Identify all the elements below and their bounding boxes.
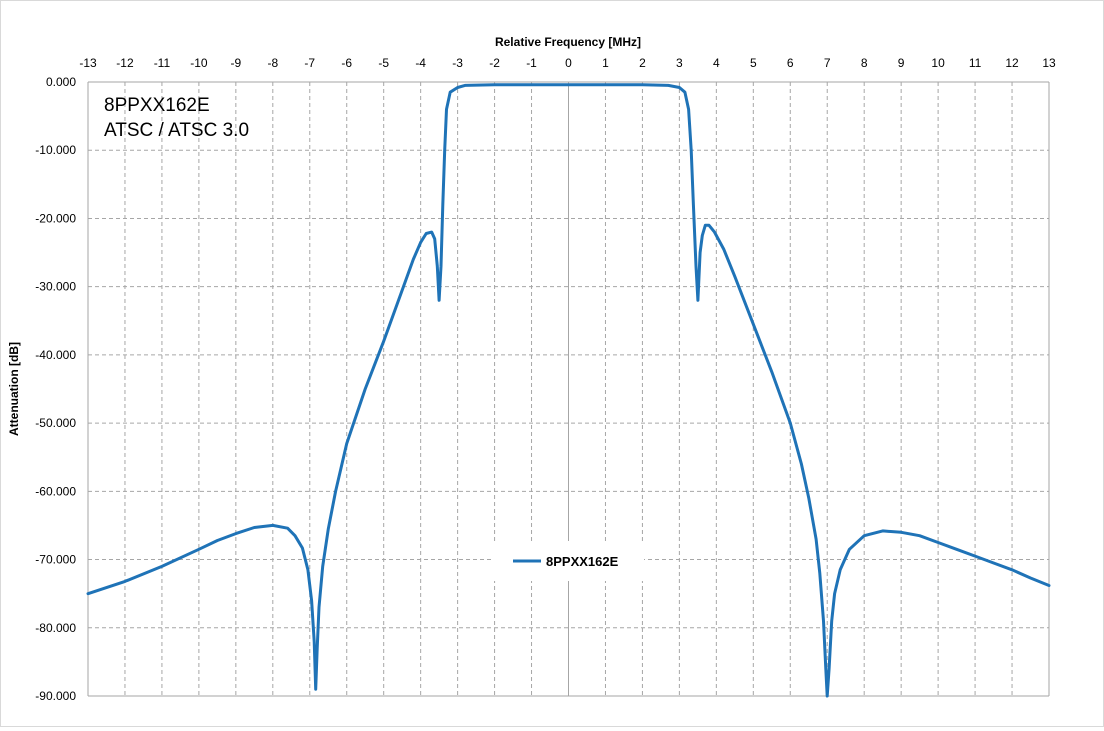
x-tick-label: -5 — [378, 56, 389, 70]
y-tick-label: -70.000 — [35, 553, 76, 567]
x-tick-label: -13 — [79, 56, 97, 70]
chart-frame: -13 -12 -11 -10 -9 -8 -7 -6 -5 -4 -3 -2 -1 0 1 2 3 4 5 6 7 8 9… — [0, 0, 1104, 727]
x-tick-label: -9 — [231, 56, 242, 70]
x-tick-label: -11 — [154, 56, 171, 70]
x-tick-label: 5 — [750, 56, 757, 70]
x-tick-label: -12 — [116, 56, 134, 70]
y-tick-label: -50.000 — [35, 416, 76, 430]
x-tick-label: 4 — [713, 56, 720, 70]
x-tick-label: 11 — [969, 56, 982, 70]
y-tick-label: -10.000 — [35, 143, 76, 157]
x-tick-label: 2 — [639, 56, 646, 70]
x-tick-label: 3 — [676, 56, 683, 70]
x-tick-label: -10 — [190, 56, 208, 70]
x-tick-label: 1 — [602, 56, 609, 70]
x-tick-label: -4 — [415, 56, 426, 70]
x-tick-label: 10 — [931, 56, 945, 70]
x-tick-label: 8 — [861, 56, 868, 70]
x-tick-label: -2 — [489, 56, 500, 70]
y-tick-label: -20.000 — [35, 211, 76, 225]
x-tick-label: 7 — [824, 56, 831, 70]
y-tick-label: -40.000 — [35, 348, 76, 362]
legend: 8PPXX162E — [492, 541, 644, 581]
x-axis-title: Relative Frequency [MHz] — [495, 35, 641, 49]
x-tick-label: 9 — [898, 56, 905, 70]
attenuation-chart: -13 -12 -11 -10 -9 -8 -7 -6 -5 -4 -3 -2 -1 0 1 2 3 4 5 6 7 8 9… — [7, 35, 1056, 703]
x-tick-label: 0 — [565, 56, 572, 70]
y-tick-label: -80.000 — [35, 621, 76, 635]
standard-annotation: ATSC / ATSC 3.0 — [104, 120, 249, 141]
y-tick-label: 0.000 — [46, 75, 76, 89]
x-tick-label: -7 — [304, 56, 315, 70]
y-tick-label: -90.000 — [35, 689, 76, 703]
x-tick-label: -1 — [526, 56, 537, 70]
y-tick-label: -60.000 — [35, 484, 76, 498]
model-annotation: 8PPXX162E — [104, 95, 210, 116]
x-tick-label: -8 — [267, 56, 278, 70]
legend-label: 8PPXX162E — [546, 554, 619, 569]
x-tick-label: -3 — [452, 56, 463, 70]
grid — [87, 81, 1050, 697]
x-tick-label: 12 — [1005, 56, 1019, 70]
x-tick-label: 13 — [1042, 56, 1056, 70]
tick-labels: -13 -12 -11 -10 -9 -8 -7 -6 -5 -4 -3 -2 -1 0 1 2 3 4 5 6 7 8 9… — [35, 56, 1056, 703]
y-tick-label: -30.000 — [35, 280, 76, 294]
y-axis-title: Attenuation [dB] — [7, 342, 21, 436]
x-tick-label: 6 — [787, 56, 794, 70]
x-tick-label: -6 — [341, 56, 352, 70]
